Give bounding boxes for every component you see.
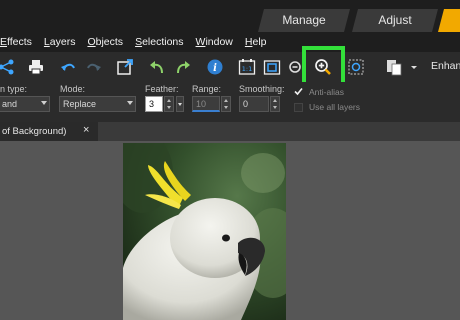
tool-options-bar: n type: and Mode: Replace Feather: 3 Ran… (0, 82, 460, 122)
smoothing-input[interactable]: 0 (239, 96, 269, 112)
document-tab-strip: of Background) × (0, 122, 460, 141)
svg-text:i: i (213, 63, 217, 74)
paste-dropdown-chevron-down-icon[interactable] (404, 57, 424, 77)
menu-help-rest: elp (252, 36, 267, 48)
feather-input[interactable]: 3 (145, 96, 163, 112)
feather-chevron-down-icon[interactable] (176, 96, 184, 112)
smoothing-label: Smoothing: (239, 84, 285, 94)
menu-selections[interactable]: Selections (135, 36, 183, 48)
feather-spinner[interactable] (164, 96, 174, 112)
range-value: 10 (196, 99, 207, 109)
menu-help[interactable]: Help (245, 36, 267, 48)
smoothing-value: 0 (243, 99, 249, 109)
document-tab-title: of Background) (2, 126, 67, 137)
print-icon[interactable] (26, 57, 46, 77)
actual-size-icon[interactable]: 1:1 (237, 57, 257, 77)
selection-type-select[interactable]: and (0, 96, 50, 112)
menu-objects-rest: bjects (95, 36, 124, 48)
mode-value: Replace (63, 99, 97, 109)
menu-bar: Effects Layers Objects Selections Window… (0, 32, 460, 52)
undo-icon[interactable] (58, 57, 78, 77)
smoothing-spinner[interactable] (270, 96, 280, 112)
workspace-bar: Manage Adjust (0, 0, 460, 32)
selection-type-value: and (2, 99, 18, 109)
redo-icon[interactable] (84, 57, 104, 77)
resize-icon[interactable] (115, 57, 135, 77)
mode-label: Mode: (60, 84, 86, 94)
share-icon[interactable] (0, 57, 16, 77)
paste-icon[interactable] (384, 57, 404, 77)
canvas-area[interactable] (0, 141, 460, 320)
selection-type-chevron-down-icon (41, 101, 47, 105)
use-all-layers-label: Use all layers (309, 102, 361, 112)
menu-window-mnemonic: W (195, 36, 206, 48)
tab-adjust[interactable]: Adjust (352, 9, 438, 32)
main-toolbar: i 1:1 (0, 52, 460, 82)
menu-window-rest: indow (205, 36, 233, 48)
menu-effects[interactable]: Effects (0, 36, 32, 48)
mode-chevron-down-icon (127, 101, 133, 105)
info-icon[interactable]: i (205, 57, 225, 77)
menu-selections-rest: elections (142, 36, 184, 48)
range-input[interactable]: 10 (192, 96, 220, 112)
anti-alias-label: Anti-alias (309, 87, 344, 97)
menu-effects-mnemonic: E (0, 36, 8, 48)
rotate-right-icon[interactable] (173, 57, 193, 77)
zoom-to-selection-icon[interactable] (346, 57, 366, 77)
rotate-left-icon[interactable] (147, 57, 167, 77)
menu-effects-rest: ffects (7, 36, 32, 48)
document-tab[interactable]: of Background) × (0, 122, 98, 141)
feather-value: 3 (149, 99, 155, 109)
tab-manage[interactable]: Manage (258, 9, 350, 32)
feather-label: Feather: (145, 84, 179, 94)
range-spinner[interactable] (221, 96, 231, 112)
menu-objects-mnemonic: O (87, 36, 96, 48)
tab-edit-accent[interactable] (438, 9, 460, 32)
menu-layers-rest: ayers (49, 36, 76, 48)
svg-text:1:1: 1:1 (242, 65, 252, 73)
selection-type-label: n type: (0, 84, 28, 94)
fit-window-icon[interactable] (262, 57, 282, 77)
cockatoo-photo[interactable] (123, 143, 286, 320)
mode-select[interactable]: Replace (59, 96, 136, 112)
anti-alias-checkbox[interactable] (294, 87, 303, 96)
enhance-menu-label[interactable]: Enhan (431, 60, 460, 72)
close-icon[interactable]: × (83, 125, 89, 136)
menu-window[interactable]: Window (196, 36, 233, 48)
range-label: Range: (192, 84, 222, 94)
menu-objects[interactable]: Objects (87, 36, 123, 48)
menu-layers[interactable]: Layers (44, 36, 76, 48)
use-all-layers-checkbox[interactable] (294, 103, 303, 112)
cockatoo-image (123, 143, 286, 320)
